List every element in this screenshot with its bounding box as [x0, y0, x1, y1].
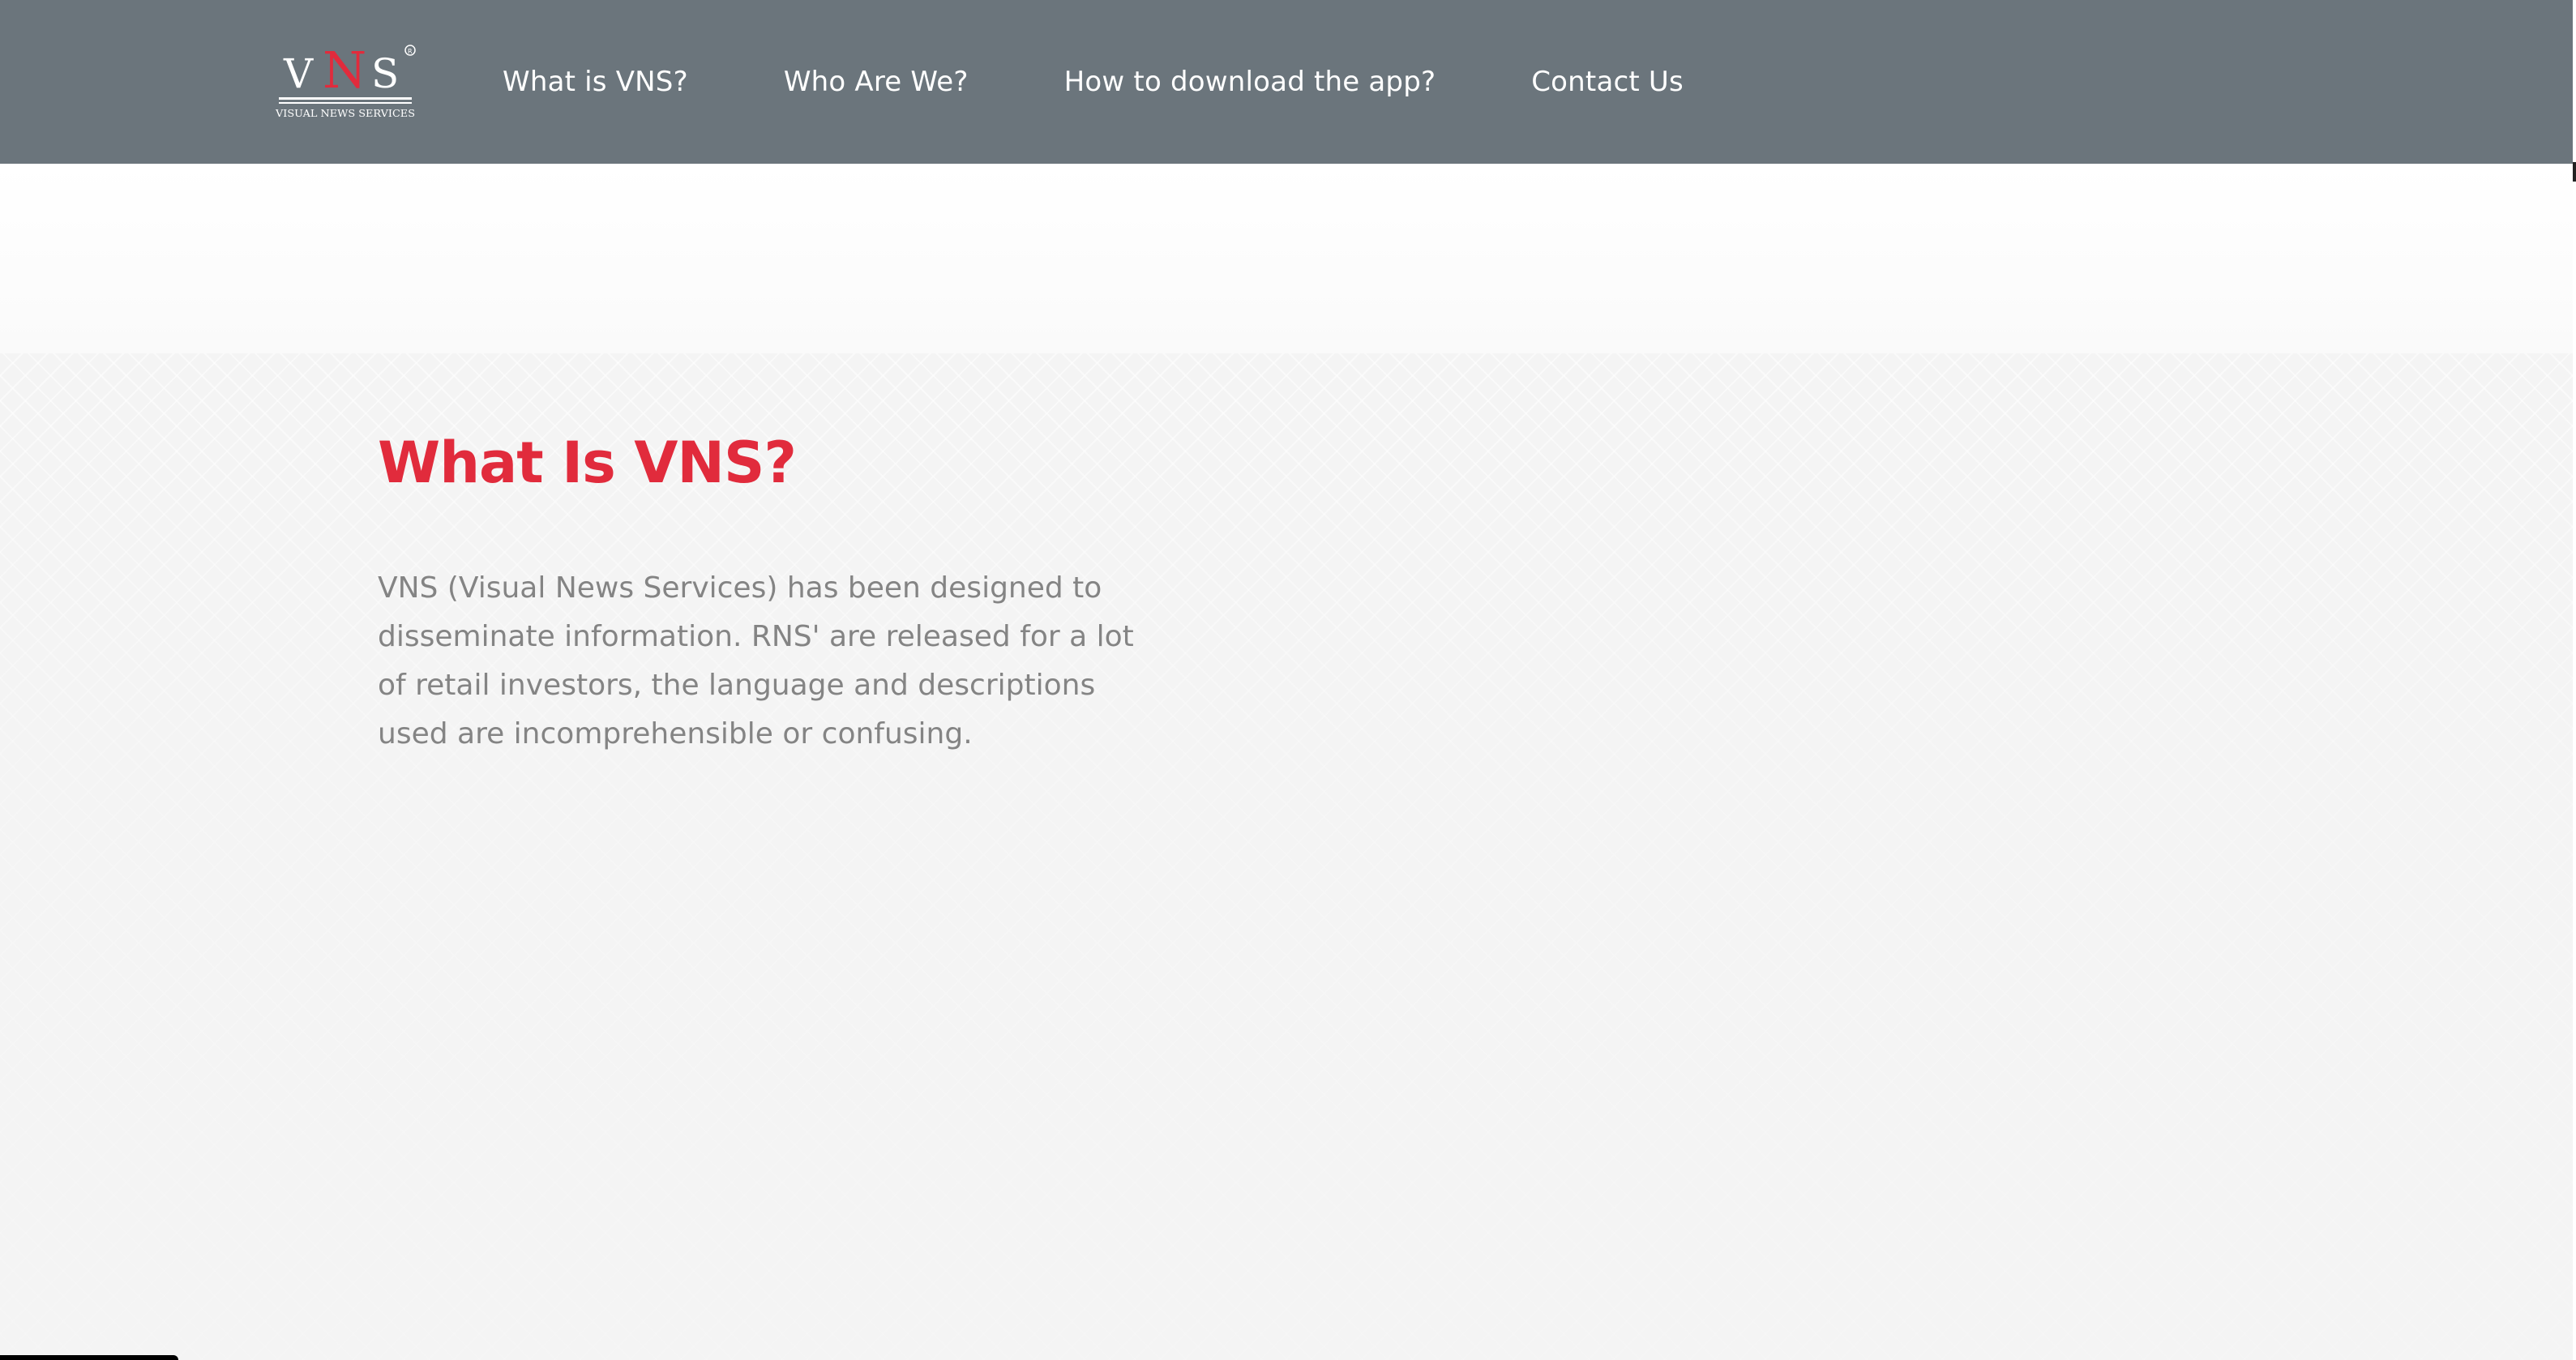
top-navbar: V N S R VISUAL NEWS SERVICES What is VNS… — [0, 0, 2573, 164]
window-right-edge — [2573, 0, 2576, 1360]
what-is-vns-section: What Is VNS? VNS (Visual News Services) … — [0, 353, 2573, 1360]
svg-text:V: V — [283, 50, 314, 97]
section-content: What Is VNS? VNS (Visual News Services) … — [378, 426, 1172, 759]
header-spacer — [0, 164, 2573, 353]
vns-logo-graphic: V N S R VISUAL NEWS SERVICES — [275, 42, 416, 119]
window-edge-marker — [2573, 162, 2576, 182]
nav-link-who-are-we[interactable]: Who Are We? — [784, 66, 969, 98]
svg-text:R: R — [408, 48, 413, 55]
vns-logo[interactable]: V N S R VISUAL NEWS SERVICES — [274, 42, 420, 123]
nav-link-how-to-download[interactable]: How to download the app? — [1064, 66, 1436, 98]
svg-text:VISUAL NEWS SERVICES: VISUAL NEWS SERVICES — [275, 108, 415, 119]
svg-text:S: S — [371, 50, 399, 97]
section-description: VNS (Visual News Services) has been desi… — [378, 571, 1134, 751]
nav-link-contact-us[interactable]: Contact Us — [1531, 66, 1684, 98]
main-navigation: What is VNS? Who Are We? How to download… — [503, 0, 1779, 164]
nav-link-what-is-vns[interactable]: What is VNS? — [503, 66, 688, 98]
bottom-corner-bar — [0, 1355, 178, 1360]
section-title: What Is VNS? — [378, 430, 797, 496]
svg-text:N: N — [323, 42, 366, 100]
